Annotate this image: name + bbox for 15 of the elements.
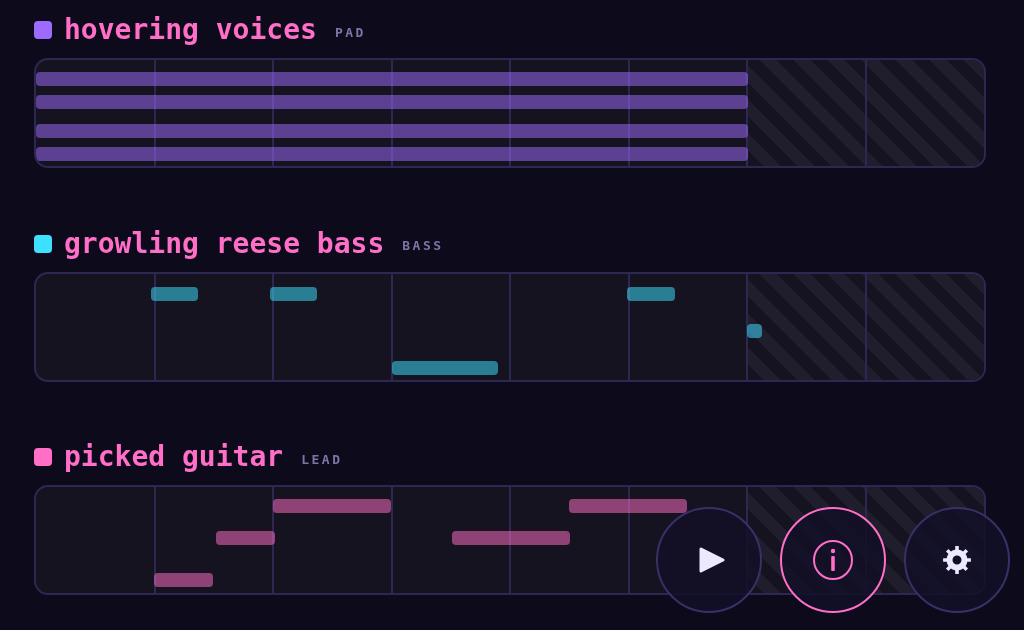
- note-bar: [154, 573, 213, 587]
- note-bar: [747, 323, 762, 338]
- track-title: growling reese bass: [64, 227, 385, 260]
- note-bar: [216, 531, 275, 545]
- track-category-label: PAD: [334, 24, 366, 40]
- info-icon: [813, 540, 853, 580]
- track-title: picked guitar: [64, 441, 284, 473]
- note-bar: [270, 286, 317, 301]
- settings-icon: [943, 546, 971, 574]
- note-bar: [627, 286, 675, 301]
- track-category-label: LEAD: [301, 451, 343, 467]
- note-bar: [151, 286, 198, 301]
- track-title: hovering voices: [64, 14, 317, 46]
- track-category-label: BASS: [402, 238, 444, 253]
- play-icon: [697, 546, 725, 574]
